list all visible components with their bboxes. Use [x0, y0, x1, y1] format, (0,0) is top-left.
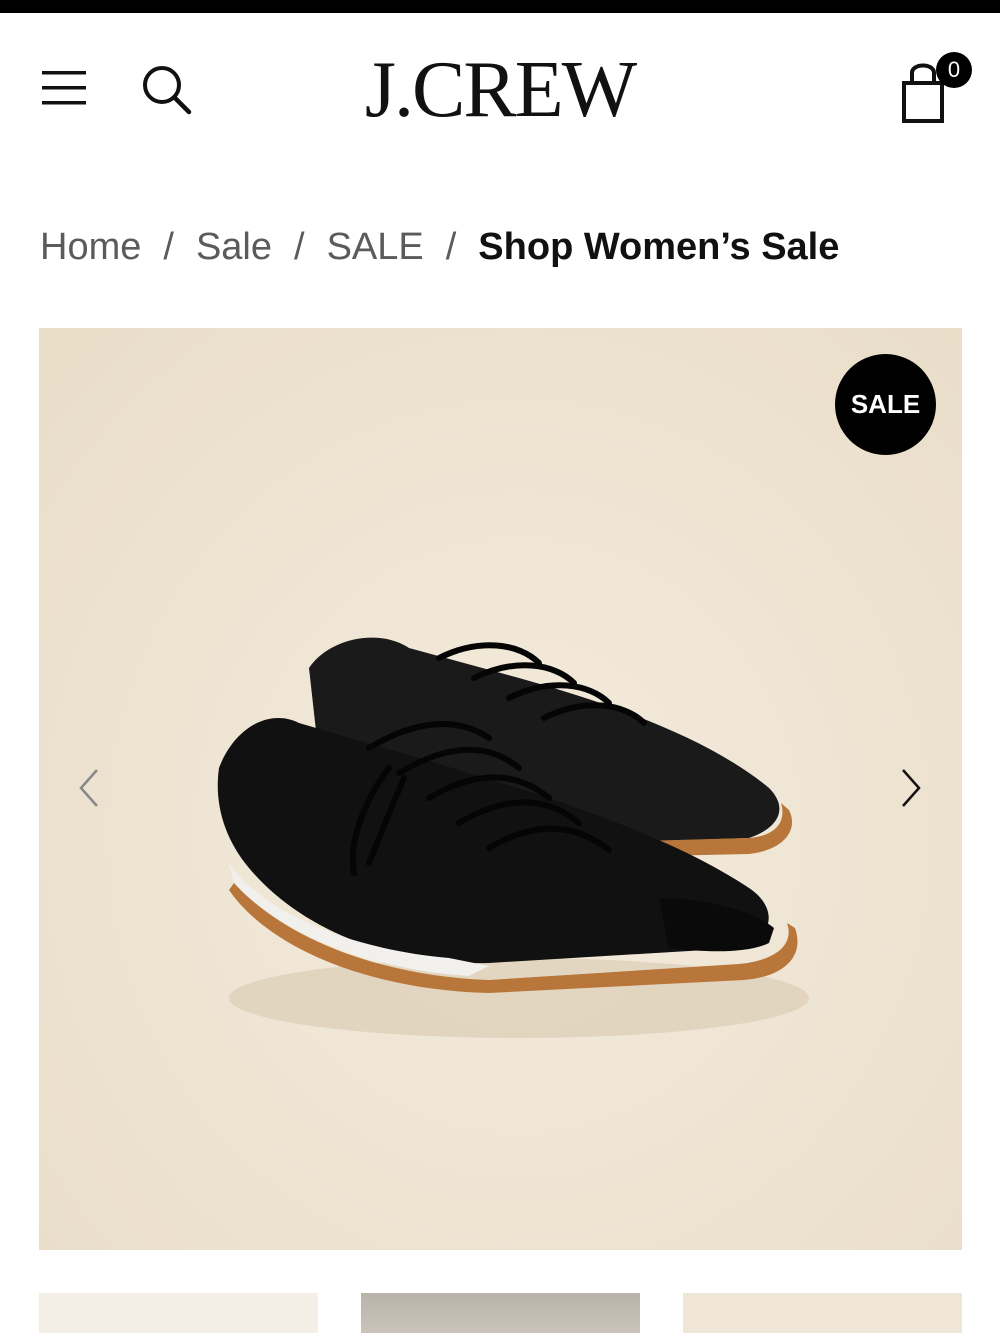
shoe-image — [217, 637, 809, 1038]
chevron-left-icon[interactable] — [71, 768, 111, 808]
thumbnail-strip — [0, 1293, 1000, 1333]
thumbnail-image[interactable] — [39, 1293, 318, 1333]
breadcrumb-separator: / — [163, 226, 174, 268]
breadcrumb-separator: / — [294, 226, 305, 268]
site-header: J.CREW 0 — [0, 13, 1000, 163]
cart-count-badge: 0 — [936, 52, 972, 88]
breadcrumb-separator: / — [445, 226, 457, 268]
breadcrumb-home[interactable]: Home — [40, 226, 141, 268]
chevron-right-icon[interactable] — [889, 768, 929, 808]
sale-badge: SALE — [835, 354, 936, 455]
product-image-carousel[interactable]: SALE — [39, 328, 962, 1250]
breadcrumb: Home / Sale / SALE / Shop Women’s Sale — [40, 222, 839, 272]
thumbnail-image[interactable] — [683, 1293, 962, 1333]
brand-logo[interactable]: J.CREW — [340, 49, 660, 131]
top-black-bar — [0, 0, 1000, 13]
breadcrumb-current: Shop Women’s Sale — [478, 226, 840, 268]
search-icon[interactable] — [138, 61, 194, 117]
breadcrumb-sale[interactable]: Sale — [196, 226, 272, 268]
breadcrumb-sale-category[interactable]: SALE — [327, 226, 424, 268]
hamburger-menu-icon[interactable] — [40, 67, 88, 109]
thumbnail-image[interactable] — [361, 1293, 640, 1333]
